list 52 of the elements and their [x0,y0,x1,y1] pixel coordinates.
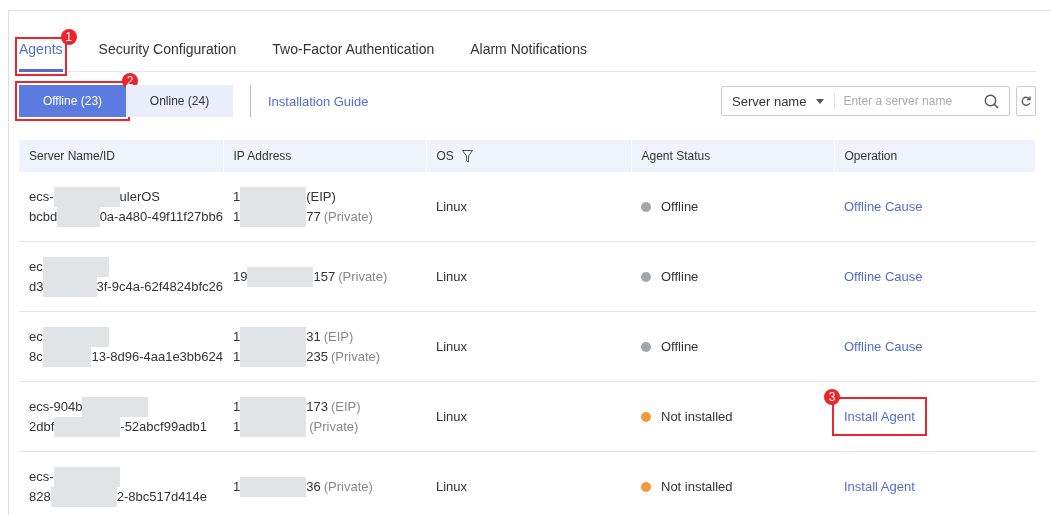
ip-address: 1 77 (Private) [233,206,426,227]
agent-status: Offline [661,339,699,354]
agent-status: Offline [661,199,699,214]
callout-badge: 1 [60,29,77,45]
filter-button[interactable]: Online (24) [126,85,233,117]
server-name: ecs-904b [29,396,223,417]
agent-status: Not installed [661,479,733,494]
ip-address: 1 (Private) [233,416,426,437]
refresh-button[interactable] [1016,86,1036,116]
server-name: ecs- ulerOS [29,186,223,207]
refresh-icon [1021,95,1031,107]
ip-address: 1 36 (Private) [233,476,426,497]
server-id: 2dbf -52abcf99adb1 [29,416,223,437]
os-cell: Linux [436,409,468,424]
server-id: 8c 13-8d96-4aa1e3bb624 [29,346,223,367]
column-header: OS [436,149,454,163]
filter-icon[interactable] [461,149,473,163]
search-icon [984,93,999,109]
os-cell: Linux [436,339,468,354]
ip-address: 1 173 (EIP) [233,396,426,417]
tab[interactable]: Two-Factor Authentication [272,41,435,72]
column-header: Agent Status [641,149,711,163]
server-name: ecs- [29,466,223,487]
installation-guide-link[interactable]: Installation Guide [268,93,369,109]
server-id: 828 2-8bc517d414e [29,486,223,507]
operation-link[interactable]: Install Agent [844,479,915,494]
operation-link[interactable]: Offline Cause [844,269,923,284]
server-id: bcbd 0a-a480-49f11f27bb6 [29,206,223,227]
tab[interactable]: Security Configuration [98,41,237,72]
os-cell: Linux [436,199,468,214]
ip-address: 1 (EIP) [233,186,426,207]
column-header: IP Address [233,149,292,163]
server-id: d3 3f-9c4a-62f4824bfc26 [29,276,223,297]
server-name: ec [29,326,223,347]
agent-status: Not installed [661,409,733,424]
os-cell: Linux [436,269,468,284]
column-header: Operation [844,149,898,163]
column-header: Server Name/ID [29,149,116,163]
ip-address: 1 31 (EIP) [233,326,426,347]
ip-address: 19 157 (Private) [233,266,426,287]
operation-link[interactable]: Install Agent [844,409,915,424]
agent-status: Offline [661,269,699,284]
ip-address: 1 235 (Private) [233,346,426,367]
operation-link[interactable]: Offline Cause [844,339,923,354]
os-cell: Linux [436,479,468,494]
callout-badge: 3 [824,389,840,405]
server-name: ec [29,256,223,277]
server-name-dropdown[interactable]: Server name [732,93,807,109]
operation-link[interactable]: Offline Cause [844,199,923,214]
search-field[interactable]: Server name Enter a server name [721,86,1010,116]
caret-icon [816,98,825,104]
tab[interactable]: Alarm Notifications [470,41,587,72]
